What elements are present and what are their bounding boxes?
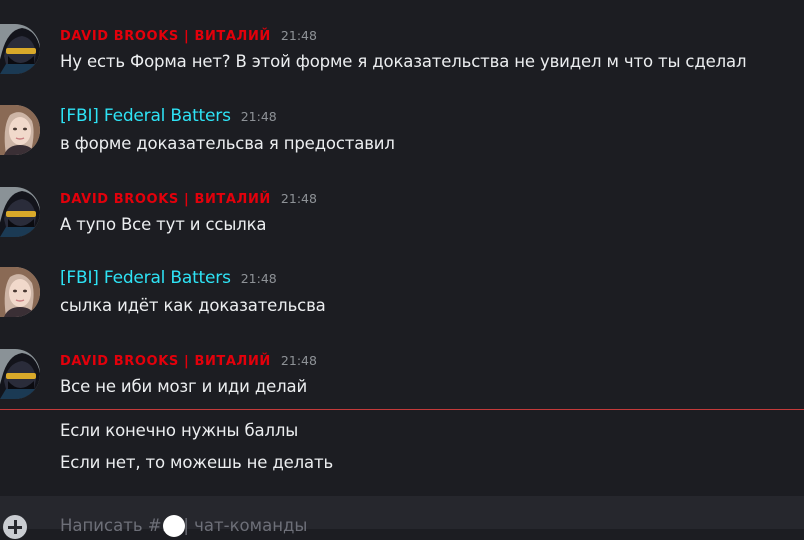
message-text: А тупо Все тут и ссылка (60, 215, 267, 234)
hooded-figure-avatar-icon (0, 349, 40, 399)
hooded-figure-avatar-icon (0, 187, 40, 237)
message-author[interactable]: [FBI] Federal Batters (60, 268, 231, 288)
message-author[interactable]: DAVID BROOKS | ВИТАЛИЙ (60, 192, 271, 207)
message-timestamp: 21:48 (280, 191, 317, 206)
message-timestamp: 21:48 (280, 353, 317, 368)
message-list: DAVID BROOKS | ВИТАЛИЙ 21:48 Ну есть Фор… (0, 0, 804, 496)
girl-portrait-avatar-icon (0, 267, 40, 317)
message-author[interactable]: [FBI] Federal Batters (60, 106, 231, 126)
message-text: Ну есть Форма нет? В этой форме я доказа… (60, 52, 747, 71)
girl-portrait-avatar-icon (0, 105, 40, 155)
user-avatar[interactable] (0, 24, 40, 74)
mouse-cursor-icon (163, 515, 185, 537)
message-text: сылка идёт как доказательсва (60, 296, 326, 315)
new-messages-divider (0, 409, 804, 410)
message-text: Все не иби мозг и иди делай (60, 377, 308, 396)
message-composer (0, 496, 804, 540)
message-author[interactable]: DAVID BROOKS | ВИТАЛИЙ (60, 29, 271, 44)
message-timestamp: 21:48 (280, 28, 317, 43)
user-avatar[interactable] (0, 267, 40, 317)
message-text: в форме доказательсва я предоставил (60, 134, 395, 153)
user-avatar[interactable] (0, 105, 40, 155)
user-avatar[interactable] (0, 349, 40, 399)
hooded-figure-avatar-icon (0, 24, 40, 74)
add-attachment-icon[interactable] (3, 515, 27, 539)
message-timestamp: 21:48 (240, 271, 277, 286)
user-avatar[interactable] (0, 187, 40, 237)
message-timestamp: 21:48 (240, 109, 277, 124)
message-text: Если конечно нужны баллы (60, 421, 299, 440)
message-author[interactable]: DAVID BROOKS | ВИТАЛИЙ (60, 354, 271, 369)
message-text: Если нет, то можешь не делать (60, 453, 334, 472)
